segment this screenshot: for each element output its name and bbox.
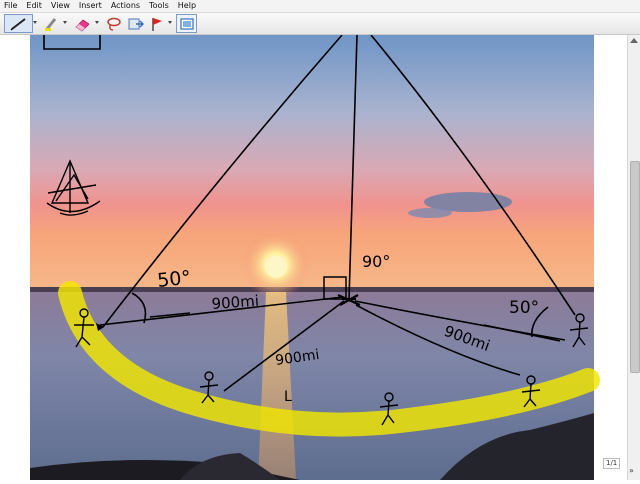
angle-top-label: 90°	[362, 252, 390, 271]
flag-dropdown-chevron-icon[interactable]	[168, 21, 172, 24]
pen-dropdown-chevron-icon[interactable]	[33, 21, 37, 24]
small-ink-mark: L	[284, 389, 292, 405]
screenshot-button[interactable]	[176, 14, 197, 33]
menu-insert[interactable]: Insert	[75, 0, 107, 12]
menu-bar: File Edit View Insert Actions Tools Help	[0, 0, 640, 13]
horizon-line	[30, 287, 594, 292]
sun	[265, 256, 287, 278]
next-page-chevron-icon[interactable]: »	[629, 466, 634, 475]
insert-space-button[interactable]	[126, 15, 146, 32]
scroll-up-arrow-icon[interactable]	[630, 38, 638, 43]
angle-left-label: 50°	[156, 267, 192, 292]
highlighter-button[interactable]	[42, 15, 60, 32]
note-canvas[interactable]: 50° 90° 50° 900mi 900mi 900mi L	[0, 34, 626, 480]
vertical-scrollbar[interactable]	[627, 35, 640, 480]
eraser-icon	[75, 18, 90, 32]
cloud-small	[408, 208, 452, 218]
flag-icon	[152, 17, 162, 31]
sunset-photo-drawing: 50° 90° 50° 900mi 900mi 900mi L	[30, 34, 600, 480]
menu-file[interactable]: File	[0, 0, 22, 12]
scroll-thumb[interactable]	[630, 161, 640, 373]
flag-button[interactable]	[148, 15, 166, 32]
pen-tool-icon	[9, 17, 26, 31]
menu-edit[interactable]: Edit	[22, 0, 47, 12]
menu-view[interactable]: View	[47, 0, 75, 12]
insert-space-icon	[128, 18, 144, 29]
page-counter: 1/1	[603, 458, 621, 469]
sky	[30, 35, 594, 292]
distance-left-label: 900mi	[211, 292, 260, 313]
lasso-icon	[107, 17, 121, 31]
screenshot-icon	[179, 17, 194, 30]
highlighter-icon	[45, 17, 57, 31]
menu-help[interactable]: Help	[174, 0, 201, 12]
menu-tools[interactable]: Tools	[145, 0, 174, 12]
angle-right-label: 50°	[509, 298, 539, 318]
highlighter-dropdown-chevron-icon[interactable]	[63, 21, 67, 24]
toolbar	[0, 13, 640, 35]
menu-actions[interactable]: Actions	[107, 0, 145, 12]
pen-tool-button[interactable]	[4, 14, 33, 33]
lasso-button[interactable]	[104, 15, 124, 32]
eraser-button[interactable]	[72, 15, 92, 32]
eraser-dropdown-chevron-icon[interactable]	[95, 21, 99, 24]
